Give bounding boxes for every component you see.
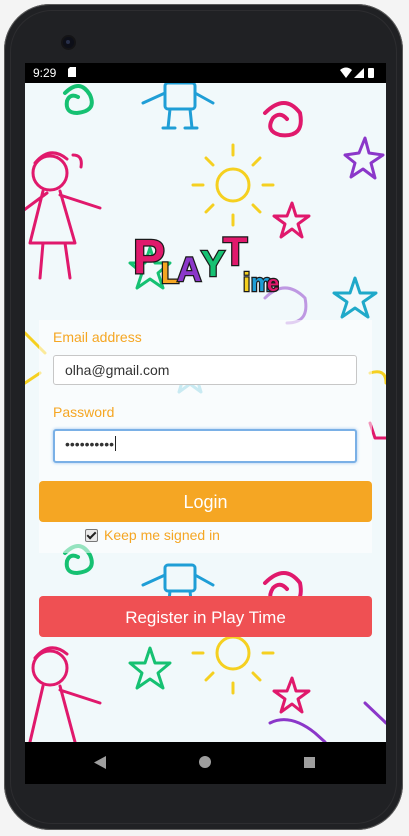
status-bar: 9:29	[25, 63, 386, 83]
status-time: 9:29	[33, 66, 57, 80]
home-icon[interactable]	[199, 756, 211, 768]
keep-signed-in-label: Keep me signed in	[104, 527, 220, 543]
battery-icon	[368, 68, 374, 78]
text-caret	[115, 436, 117, 451]
playtime-logo: P L A Y T i m e	[132, 229, 279, 299]
email-label: Email address	[53, 329, 142, 345]
signal-icon	[354, 68, 364, 78]
password-value: ••••••••••	[65, 436, 115, 452]
front-camera	[63, 37, 74, 48]
svg-text:i: i	[243, 267, 250, 297]
email-field[interactable]: olha@gmail.com	[53, 355, 357, 385]
password-label: Password	[53, 404, 115, 420]
sd-card-icon	[68, 67, 76, 77]
svg-text:Y: Y	[201, 243, 225, 284]
recents-icon[interactable]	[304, 757, 315, 768]
back-icon[interactable]	[94, 756, 106, 769]
app-screen: 9:29 P L A Y T i m e Email address olha@…	[25, 63, 386, 742]
email-value: olha@gmail.com	[65, 362, 170, 378]
login-button[interactable]: Login	[39, 481, 372, 522]
keep-signed-in-checkbox[interactable]	[85, 528, 98, 542]
wifi-icon	[340, 67, 352, 78]
register-button[interactable]: Register in Play Time	[39, 596, 372, 637]
keep-signed-in[interactable]: Keep me signed in	[85, 527, 220, 543]
svg-text:A: A	[177, 251, 202, 289]
svg-text:e: e	[267, 271, 279, 296]
android-nav-bar	[25, 742, 386, 784]
password-field[interactable]: ••••••••••	[53, 429, 357, 463]
system-icons	[340, 67, 374, 78]
